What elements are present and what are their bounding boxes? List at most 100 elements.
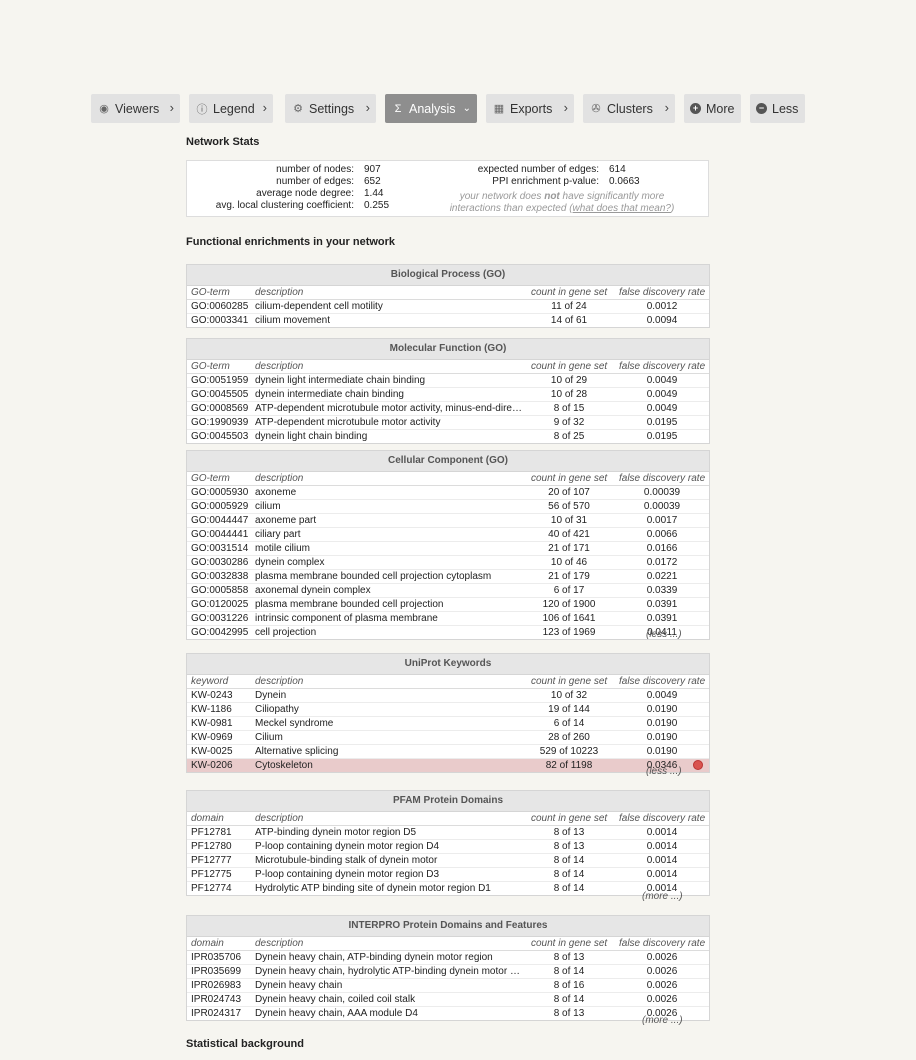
term-id[interactable]: KW-0969 [191,731,233,744]
table-row[interactable]: GO:0005930 axoneme 20 of 107 0.00039 [187,486,709,500]
viewers-button[interactable]: ◉ Viewers › [91,94,180,123]
term-id[interactable]: GO:0044447 [191,514,248,527]
nodes-label: number of nodes: [276,164,354,175]
table-row[interactable]: PF12774 Hydrolytic ATP binding site of dy… [187,882,709,895]
term-id[interactable]: KW-1186 [191,703,232,716]
col-header-count: count in gene set [531,813,608,824]
table-row[interactable]: PF12775 P-loop containing dynein motor re… [187,868,709,882]
term-id[interactable]: GO:0003341 [191,314,248,327]
col-header-term: GO-term [191,361,230,372]
term-id[interactable]: GO:0042995 [191,626,248,639]
table-row[interactable]: GO:0005929 cilium 56 of 570 0.00039 [187,500,709,514]
table-row[interactable]: GO:0005858 axonemal dynein complex 6 of 17… [187,584,709,598]
table-row[interactable]: KW-0025 Alternative splicing 529 of 10223 0… [187,745,709,759]
minus-circle-icon: − [756,103,767,114]
term-id[interactable]: PF12780 [191,840,232,853]
table-row[interactable]: GO:0044441 ciliary part 40 of 421 0.0066 [187,528,709,542]
table-row[interactable]: KW-0969 Cilium 28 of 260 0.0190 [187,731,709,745]
table-row[interactable]: GO:0031226 intrinsic component of plasma … [187,612,709,626]
highlight-color-icon[interactable] [693,760,703,770]
table-row[interactable]: GO:0045505 dynein intermediate chain bind… [187,388,709,402]
table-row[interactable]: GO:0031514 motile cilium 21 of 171 0.0166 [187,542,709,556]
table-row[interactable]: IPR024743 Dynein heavy chain, coiled coil… [187,993,709,1007]
kw-less-link[interactable]: (less ...) [646,766,682,777]
term-id[interactable]: PF12777 [191,854,232,867]
network-stats-box: number of nodes: 907 number of edges: 65… [186,160,709,217]
term-id[interactable]: GO:0005930 [191,486,248,499]
term-id[interactable]: KW-0025 [191,745,233,758]
clusters-button[interactable]: ✇ Clusters › [583,94,675,123]
term-id[interactable]: GO:0044441 [191,528,248,541]
term-id[interactable]: KW-0243 [191,689,233,702]
pfam-more-link[interactable]: (more ...) [642,891,683,902]
term-id[interactable]: GO:0031226 [191,612,248,625]
term-id[interactable]: GO:0031514 [191,542,248,555]
gene-count: 10 of 46 [550,557,588,568]
term-description: P-loop containing dynein motor region D4 [255,841,439,852]
col-header-fdr: false discovery rate [619,473,706,484]
term-id[interactable]: GO:0060285 [191,300,248,313]
table-row[interactable]: GO:0008569 ATP-dependent microtubule moto… [187,402,709,416]
gene-count: 20 of 107 [548,487,590,498]
table-row[interactable]: GO:0045503 dynein light chain binding 8 of… [187,430,709,443]
table-row[interactable]: KW-1186 Ciliopathy 19 of 144 0.0190 [187,703,709,717]
term-id[interactable]: GO:0008569 [191,402,248,415]
legend-button[interactable]: ⓘ Legend › [189,94,273,123]
sigma-icon: Σ [394,102,402,115]
term-id[interactable]: KW-0981 [191,717,233,730]
term-id[interactable]: IPR035706 [191,951,241,964]
term-id[interactable]: IPR035699 [191,965,241,978]
term-id[interactable]: PF12775 [191,868,232,881]
table-row[interactable]: IPR035706 Dynein heavy chain, ATP-binding… [187,951,709,965]
table-row[interactable]: GO:0032838 plasma membrane bounded cell p… [187,570,709,584]
less-button[interactable]: − Less [750,94,805,123]
table-row[interactable]: GO:0044447 axoneme part 10 of 31 0.0017 [187,514,709,528]
term-id[interactable]: GO:0005929 [191,500,248,513]
table-row[interactable]: KW-0243 Dynein 10 of 32 0.0049 [187,689,709,703]
interpro-more-link[interactable]: (more ...) [642,1015,683,1026]
settings-button[interactable]: ⚙ Settings › [285,94,376,123]
term-id[interactable]: GO:0045505 [191,388,248,401]
what-does-that-mean-link[interactable]: what does that mean? [573,203,671,214]
fdr-value: 0.0339 [646,585,678,596]
table-row[interactable]: PF12777 Microtubule-binding stalk of dyne… [187,854,709,868]
table-row[interactable]: GO:0003341 cilium movement 14 of 61 0.0094 [187,314,709,327]
table-row[interactable]: GO:0120025 plasma membrane bounded cell p… [187,598,709,612]
table-row[interactable]: GO:0042995 cell projection 123 of 1969 0.04… [187,626,709,639]
cc-less-link[interactable]: (less ...) [646,629,682,640]
table-row[interactable]: GO:0051959 dynein light intermediate chai… [187,374,709,388]
term-id[interactable]: GO:0045503 [191,430,248,443]
table-row[interactable]: GO:0030286 dynein complex 10 of 46 0.0172 [187,556,709,570]
table-row[interactable]: PF12781 ATP-binding dynein motor region D… [187,826,709,840]
table-row[interactable]: GO:0060285 cilium-dependent cell motility… [187,300,709,314]
term-id[interactable]: GO:0032838 [191,570,248,583]
term-id[interactable]: IPR026983 [191,979,241,992]
more-button[interactable]: + More [684,94,741,123]
fdr-value: 0.0014 [646,827,678,838]
table-row[interactable]: IPR026983 Dynein heavy chain 8 of 16 0.0026 [187,979,709,993]
exports-button[interactable]: ▦ Exports › [486,94,574,123]
term-description: P-loop containing dynein motor region D3 [255,869,439,880]
table-row[interactable]: IPR024317 Dynein heavy chain, AAA module … [187,1007,709,1020]
table-row[interactable]: KW-0981 Meckel syndrome 6 of 14 0.0190 [187,717,709,731]
table-row[interactable]: GO:1990939 ATP-dependent microtubule moto… [187,416,709,430]
degree-label: average node degree: [256,188,354,199]
term-id[interactable]: PF12781 [191,826,232,839]
table-header-row: keyword description count in gene set false… [187,675,709,689]
term-id[interactable]: GO:0005858 [191,584,248,597]
term-id[interactable]: GO:1990939 [191,416,248,429]
term-id[interactable]: IPR024317 [191,1007,241,1020]
term-id[interactable]: KW-0206 [191,759,233,772]
term-id[interactable]: GO:0030286 [191,556,248,569]
term-id[interactable]: IPR024743 [191,993,241,1006]
term-id[interactable]: GO:0051959 [191,374,248,387]
term-description: Meckel syndrome [255,718,334,729]
analysis-button[interactable]: Σ Analysis ⌄ [385,94,477,123]
table-row[interactable]: KW-0206 Cytoskeleton 82 of 1198 0.0346 [187,759,709,772]
table-header-row: GO-term description count in gene set false… [187,472,709,486]
table-row[interactable]: IPR035699 Dynein heavy chain, hydrolytic … [187,965,709,979]
table-row[interactable]: PF12780 P-loop containing dynein motor re… [187,840,709,854]
term-id[interactable]: PF12774 [191,882,232,895]
gene-count: 8 of 16 [553,980,585,991]
term-id[interactable]: GO:0120025 [191,598,248,611]
